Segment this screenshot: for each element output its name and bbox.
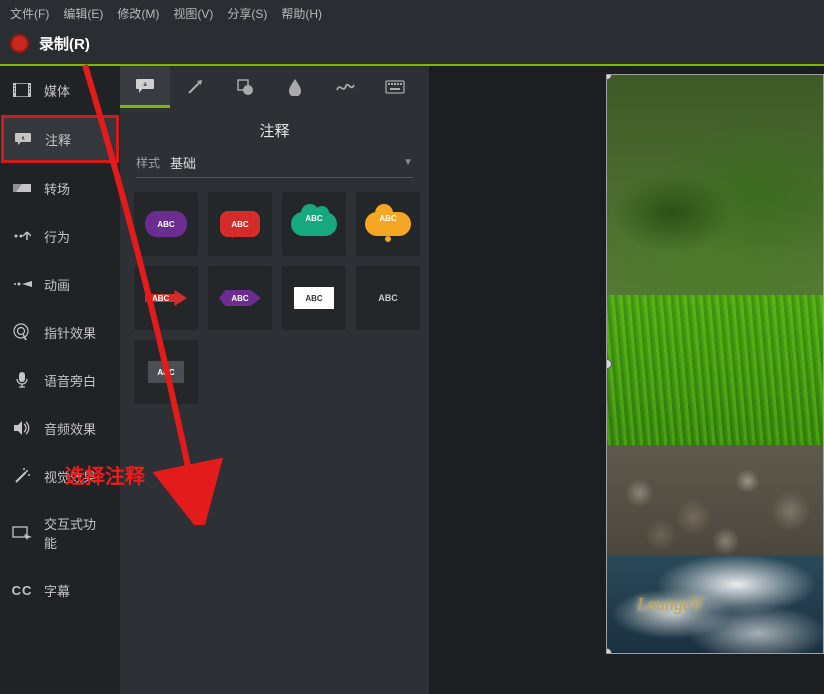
style-value: 基础 [170, 153, 403, 172]
sidebar-item-label: 音频效果 [44, 419, 96, 438]
style-dropdown[interactable]: 样式 基础 ▼ [136, 153, 413, 178]
tab-blur[interactable] [270, 66, 320, 108]
sidebar-item-label: 媒体 [44, 81, 70, 100]
sidebar-item-voiceover[interactable]: 语音旁白 [0, 356, 120, 404]
audio-icon [12, 418, 32, 438]
sidebar-item-label: 注释 [45, 130, 71, 149]
sidebar-item-label: 行为 [44, 227, 70, 246]
sidebar-item-label: 动画 [44, 275, 70, 294]
sidebar-item-animations[interactable]: 动画 [0, 260, 120, 308]
record-label[interactable]: 录制(R) [39, 33, 90, 54]
sidebar-item-annotations[interactable]: a 注释 [1, 115, 119, 163]
panel-title: 注释 [120, 108, 429, 153]
callout-cloud-orange[interactable]: ABC [356, 192, 420, 256]
sidebar-item-media[interactable]: 媒体 [0, 66, 120, 114]
callout-box-white[interactable]: ABC [282, 266, 346, 330]
record-row: 录制(R) [0, 27, 824, 64]
callout-rect-red[interactable]: ABC [208, 192, 272, 256]
annotations-panel: a 注释 样式 [120, 66, 430, 694]
video-frame: LoungeV [607, 75, 823, 653]
sidebar-item-label: 语音旁白 [44, 371, 96, 390]
callout-box-grey[interactable]: ABC [134, 340, 198, 404]
svg-text:a: a [22, 136, 25, 142]
transition-icon [12, 178, 32, 198]
sidebar-item-behaviors[interactable]: 行为 [0, 212, 120, 260]
cc-icon: CC [12, 580, 32, 600]
annotation-grid: ABC ABC ABC ABC ABC [120, 192, 429, 404]
callout-arrow-red[interactable]: ABC [134, 266, 198, 330]
style-label: 样式 [136, 154, 160, 171]
tab-callouts[interactable]: a [120, 66, 170, 108]
sidebar-item-captions[interactable]: CC 字幕 [0, 566, 120, 614]
sidebar-item-transitions[interactable]: 转场 [0, 164, 120, 212]
callout-arrow-purple[interactable]: ABC [208, 266, 272, 330]
menu-help[interactable]: 帮助(H) [281, 5, 322, 22]
tab-arrows[interactable] [170, 66, 220, 108]
behavior-icon [12, 226, 32, 246]
sidebar-item-label: 转场 [44, 179, 70, 198]
mic-icon [12, 370, 32, 390]
sidebar-item-audio-effects[interactable]: 音频效果 [0, 404, 120, 452]
menu-modify[interactable]: 修改(M) [117, 5, 159, 22]
chevron-down-icon: ▼ [403, 157, 413, 168]
tool-tabs: a [120, 66, 429, 108]
tab-keystroke[interactable] [370, 66, 420, 108]
sidebar-item-pointer-effects[interactable]: 指针效果 [0, 308, 120, 356]
tab-sketch[interactable] [320, 66, 370, 108]
preview-area: LoungeV [430, 66, 824, 694]
tab-shapes[interactable] [220, 66, 270, 108]
record-icon[interactable] [10, 34, 29, 53]
menu-bar: 文件(F) 编辑(E) 修改(M) 视图(V) 分享(S) 帮助(H) [0, 0, 824, 27]
menu-share[interactable]: 分享(S) [227, 5, 267, 22]
menu-view[interactable]: 视图(V) [173, 5, 213, 22]
pointer-icon [12, 322, 32, 342]
canvas[interactable]: LoungeV [606, 74, 824, 654]
sidebar-item-label: 字幕 [44, 581, 70, 600]
wand-icon [12, 466, 32, 486]
film-icon [12, 80, 32, 100]
callout-cloud-green[interactable]: ABC [282, 192, 346, 256]
annotation-callout-text: 选择注释 [65, 460, 145, 489]
sidebar: 媒体 a 注释 转场 行为 [0, 66, 120, 694]
menu-edit[interactable]: 编辑(E) [63, 5, 103, 22]
callout-text-plain[interactable]: ABC [356, 266, 420, 330]
animation-icon [12, 274, 32, 294]
sidebar-item-label: 交互式功能 [44, 514, 108, 552]
callout-bubble-purple[interactable]: ABC [134, 192, 198, 256]
sidebar-item-label: 指针效果 [44, 323, 96, 342]
interactive-icon [12, 523, 32, 543]
watermark: LoungeV [637, 594, 702, 615]
menu-file[interactable]: 文件(F) [10, 5, 49, 22]
sidebar-item-interactive[interactable]: 交互式功能 [0, 500, 120, 566]
callout-icon: a [13, 129, 33, 149]
